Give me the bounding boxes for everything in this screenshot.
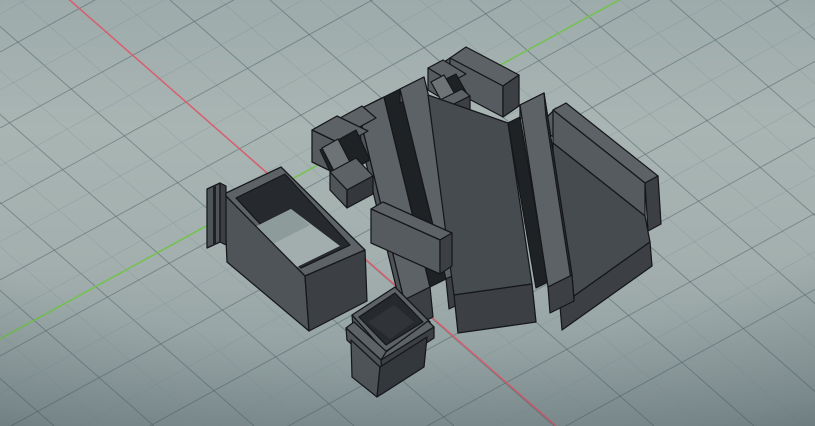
grid-line-red-dir xyxy=(0,334,105,426)
face-dark xyxy=(644,175,662,232)
grid-line-green-dir xyxy=(0,0,96,53)
cad-3d-viewport[interactable] xyxy=(0,0,815,426)
part-slotted-plate[interactable] xyxy=(339,76,575,334)
grid-line-green-dir xyxy=(0,0,165,91)
grid-line-red-dir xyxy=(0,377,55,426)
grid-line-red-dir xyxy=(669,0,815,129)
viewport-canvas[interactable] xyxy=(0,0,815,426)
part-clip-small-front[interactable] xyxy=(311,115,374,209)
face-slot xyxy=(213,185,216,245)
grid-line-red-dir xyxy=(0,246,205,426)
grid-line-red-dir xyxy=(719,0,815,84)
model-bodies xyxy=(206,46,662,398)
grid-line-red-dir xyxy=(0,289,155,426)
grid-line-red-dir xyxy=(0,70,405,426)
face-dark xyxy=(219,182,227,246)
face-dark xyxy=(439,232,453,275)
